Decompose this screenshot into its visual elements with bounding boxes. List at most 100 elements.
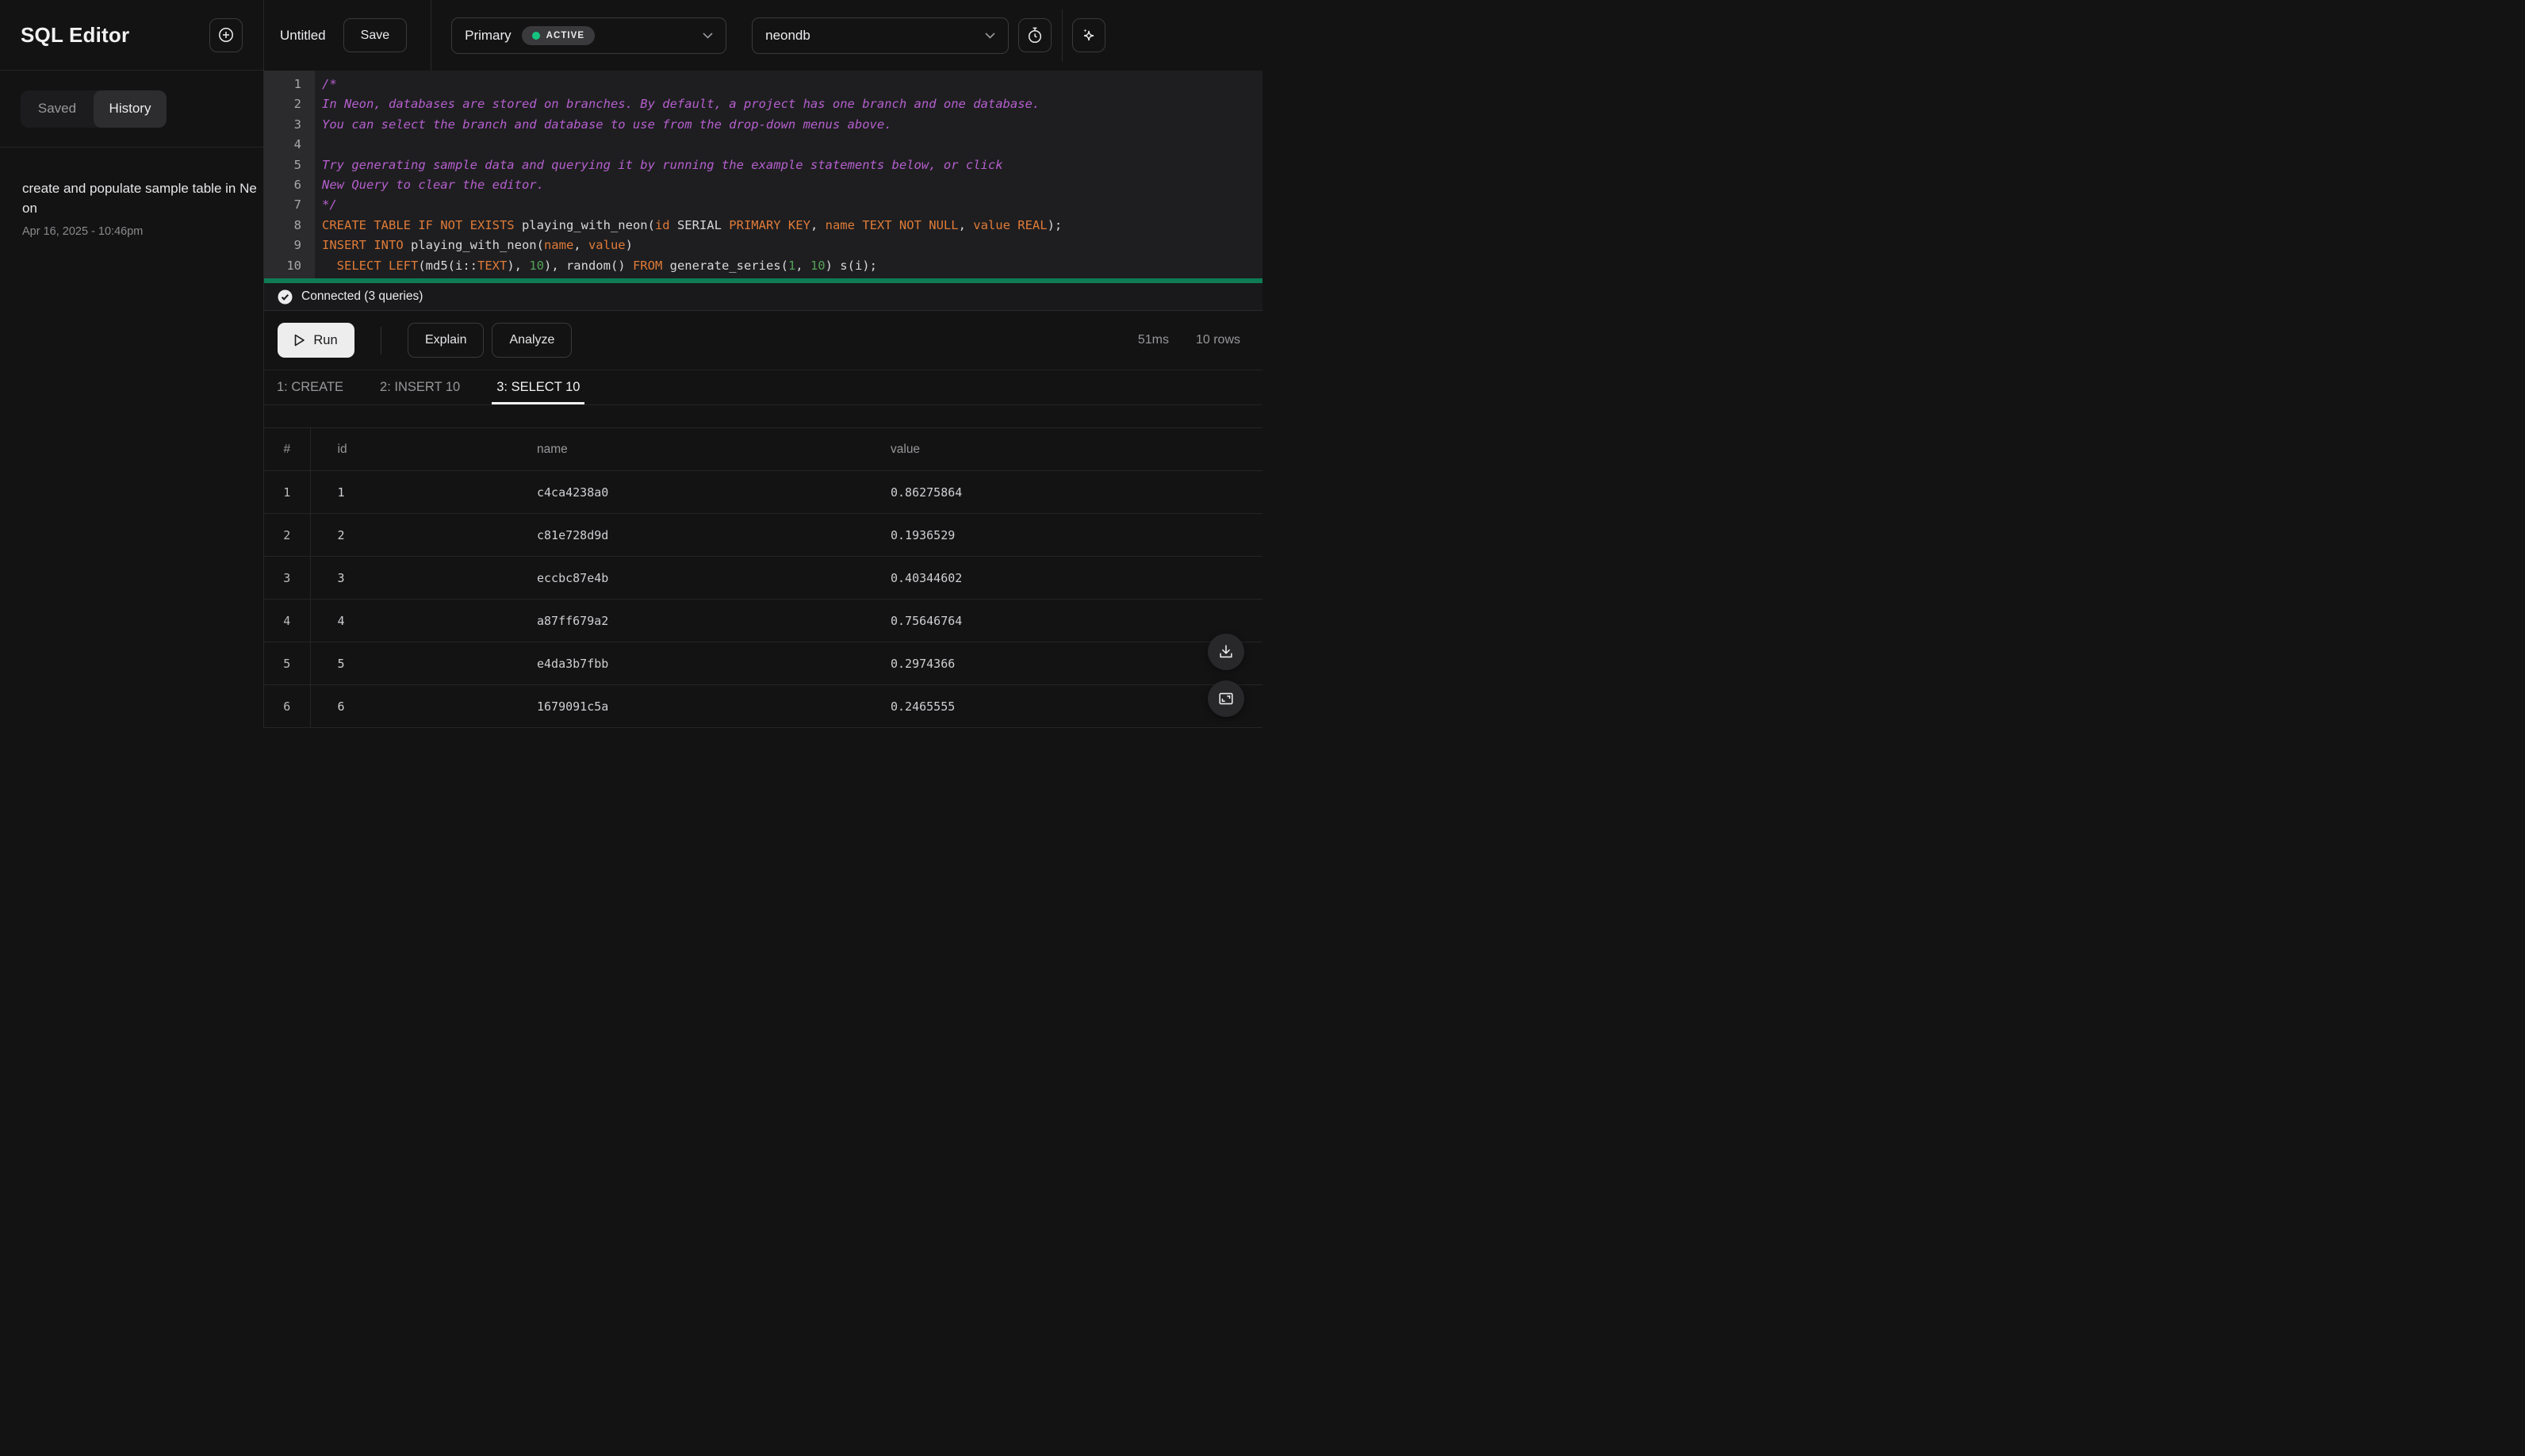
code-token: ,	[810, 217, 826, 232]
sidebar-tabs: Saved History	[0, 71, 263, 148]
table-cell: 0.1936529	[891, 513, 1262, 557]
expand-results-button[interactable]	[1208, 680, 1244, 717]
sparkles-icon	[1079, 26, 1098, 45]
column-header-num[interactable]: #	[264, 427, 311, 471]
code-line-content: New Query to clear the editor.	[315, 175, 544, 195]
code-token: ,	[573, 238, 588, 253]
play-icon	[294, 334, 305, 347]
history-item-timestamp: Apr 16, 2025 - 10:46pm	[22, 225, 144, 239]
run-button[interactable]: Run	[278, 323, 354, 358]
code-token: 10	[810, 258, 826, 273]
results-table: # id name value 1 1 c4ca4238a0 0.86275864 2 2 c81…	[264, 427, 1262, 728]
table-row[interactable]: 3 3 eccbc87e4b 0.40344602	[264, 556, 1262, 600]
line-number: 6	[293, 177, 301, 192]
code-line[interactable]: 9 INSERT INTO playing_with_neon(name, val…	[264, 236, 1262, 255]
sidebar-header: SQL Editor	[0, 0, 263, 71]
table-row[interactable]: 1 1 c4ca4238a0 0.86275864	[264, 470, 1262, 514]
results-panel: # id name value 1 1 c4ca4238a0 0.86275864 2 2 c81…	[264, 405, 1262, 728]
check-circle-icon	[278, 289, 293, 305]
code-line[interactable]: 3 You can select the branch and database …	[264, 115, 1262, 135]
download-results-button[interactable]	[1208, 634, 1244, 670]
code-token: ,	[958, 217, 974, 232]
table-cell: 1679091c5a	[537, 684, 891, 728]
table-body: 1 1 c4ca4238a0 0.86275864 2 2 c81e728d9d 0.1936…	[264, 470, 1262, 728]
status-badge-label: ACTIVE	[546, 30, 585, 40]
code-token: ), random()	[543, 258, 633, 273]
line-number: 1	[293, 77, 301, 91]
new-query-button[interactable]	[209, 17, 243, 52]
table-row[interactable]: 6 6 1679091c5a 0.2465555	[264, 684, 1262, 728]
line-number: 7	[293, 197, 301, 213]
code-line[interactable]: 8 CREATE TABLE IF NOT EXISTS playing_with…	[264, 216, 1262, 236]
sql-editor-app: SQL Editor Saved History create and popu…	[0, 0, 1262, 728]
query-metrics: 51ms 10 rows	[1138, 333, 1240, 347]
code-line-content: */	[315, 195, 337, 215]
result-tab-1[interactable]: 1: CREATE	[266, 370, 354, 404]
analyze-button[interactable]: Analyze	[492, 323, 573, 358]
tab-history[interactable]: History	[94, 90, 167, 128]
column-header-name[interactable]: name	[537, 427, 891, 471]
code-token: );	[1047, 217, 1063, 232]
database-selector[interactable]: neondb	[752, 17, 1010, 54]
code-token: Try generating sample data and querying …	[322, 157, 1003, 172]
main-panel: Untitled Save Primary ACTIVE neondb 1 /*…	[264, 0, 1262, 728]
code-editor[interactable]: 1 /* 2 In Neon, databases are stored on bra…	[264, 71, 1262, 278]
tab-saved[interactable]: Saved	[21, 90, 94, 128]
table-cell: eccbc87e4b	[537, 556, 891, 600]
code-token: value	[588, 238, 626, 253]
code-line-content: SELECT LEFT(md5(i::TEXT), 10), random() …	[315, 256, 877, 276]
code-token: 10	[529, 258, 544, 273]
query-duration: 51ms	[1137, 333, 1169, 347]
code-line-content: CREATE TABLE IF NOT EXISTS playing_with_…	[315, 216, 1062, 236]
table-cell: 1	[310, 470, 537, 514]
code-line-content: In Neon, databases are stored on branche…	[315, 94, 1040, 114]
table-row[interactable]: 2 2 c81e728d9d 0.1936529	[264, 513, 1262, 557]
table-cell: 0.40344602	[891, 556, 1262, 600]
line-number: 5	[293, 157, 301, 172]
code-token: name TEXT NOT NULL	[825, 217, 959, 232]
saved-history-switch: Saved History	[21, 90, 167, 128]
code-token: CREATE TABLE IF NOT EXISTS	[322, 217, 522, 232]
code-token: playing_with_neon(	[410, 238, 544, 253]
ai-assist-button[interactable]	[1072, 18, 1106, 52]
column-header-id[interactable]: id	[310, 427, 537, 471]
table-row[interactable]: 5 5 e4da3b7fbb 0.2974366	[264, 642, 1262, 685]
save-button[interactable]: Save	[343, 18, 408, 52]
code-line-content	[315, 135, 329, 155]
code-token: generate_series(	[662, 258, 788, 273]
result-tab-2[interactable]: 2: INSERT 10	[369, 370, 471, 404]
line-number: 3	[293, 117, 301, 132]
download-icon	[1217, 643, 1235, 661]
table-cell: 4	[264, 599, 311, 642]
code-token: /*	[322, 77, 337, 91]
code-line[interactable]: 2 In Neon, databases are stored on branch…	[264, 94, 1262, 114]
history-item[interactable]: create and populate sample table in Neon…	[22, 179, 257, 239]
code-token: SELECT LEFT	[336, 258, 419, 273]
result-tab-3[interactable]: 3: SELECT 10	[485, 370, 591, 404]
code-line[interactable]: 7 */	[264, 195, 1262, 215]
code-line[interactable]: 4	[264, 135, 1262, 155]
query-name: Untitled	[280, 27, 326, 43]
line-number: 10	[286, 258, 301, 273]
code-token: (md5(i::	[418, 258, 477, 273]
table-row[interactable]: 4 4 a87ff679a2 0.75646764	[264, 599, 1262, 642]
page-title: SQL Editor	[21, 22, 130, 47]
history-item-title: create and populate sample table in Neon	[22, 181, 257, 216]
table-cell: e4da3b7fbb	[537, 642, 891, 685]
actions-bar: Run Explain Analyze 51ms 10 rows	[264, 311, 1262, 370]
line-number: 8	[293, 217, 301, 232]
table-cell: c81e728d9d	[537, 513, 891, 557]
code-line[interactable]: 5 Try generating sample data and querying…	[264, 155, 1262, 175]
connection-status-text: Connected (3 queries)	[301, 289, 423, 303]
code-token: You can select the branch and database t…	[322, 117, 892, 132]
code-token: 1	[787, 258, 796, 273]
branch-selector[interactable]: Primary ACTIVE	[451, 17, 727, 54]
topbar-divider-2	[1062, 9, 1063, 62]
code-line[interactable]: 6 New Query to clear the editor.	[264, 175, 1262, 195]
code-line-content: /*	[315, 75, 337, 94]
explain-button[interactable]: Explain	[408, 323, 485, 358]
column-header-value[interactable]: value	[891, 427, 1262, 471]
code-line[interactable]: 10 SELECT LEFT(md5(i::TEXT), 10), random…	[264, 256, 1262, 276]
code-line[interactable]: 1 /*	[264, 75, 1262, 94]
timing-button[interactable]	[1018, 18, 1052, 52]
